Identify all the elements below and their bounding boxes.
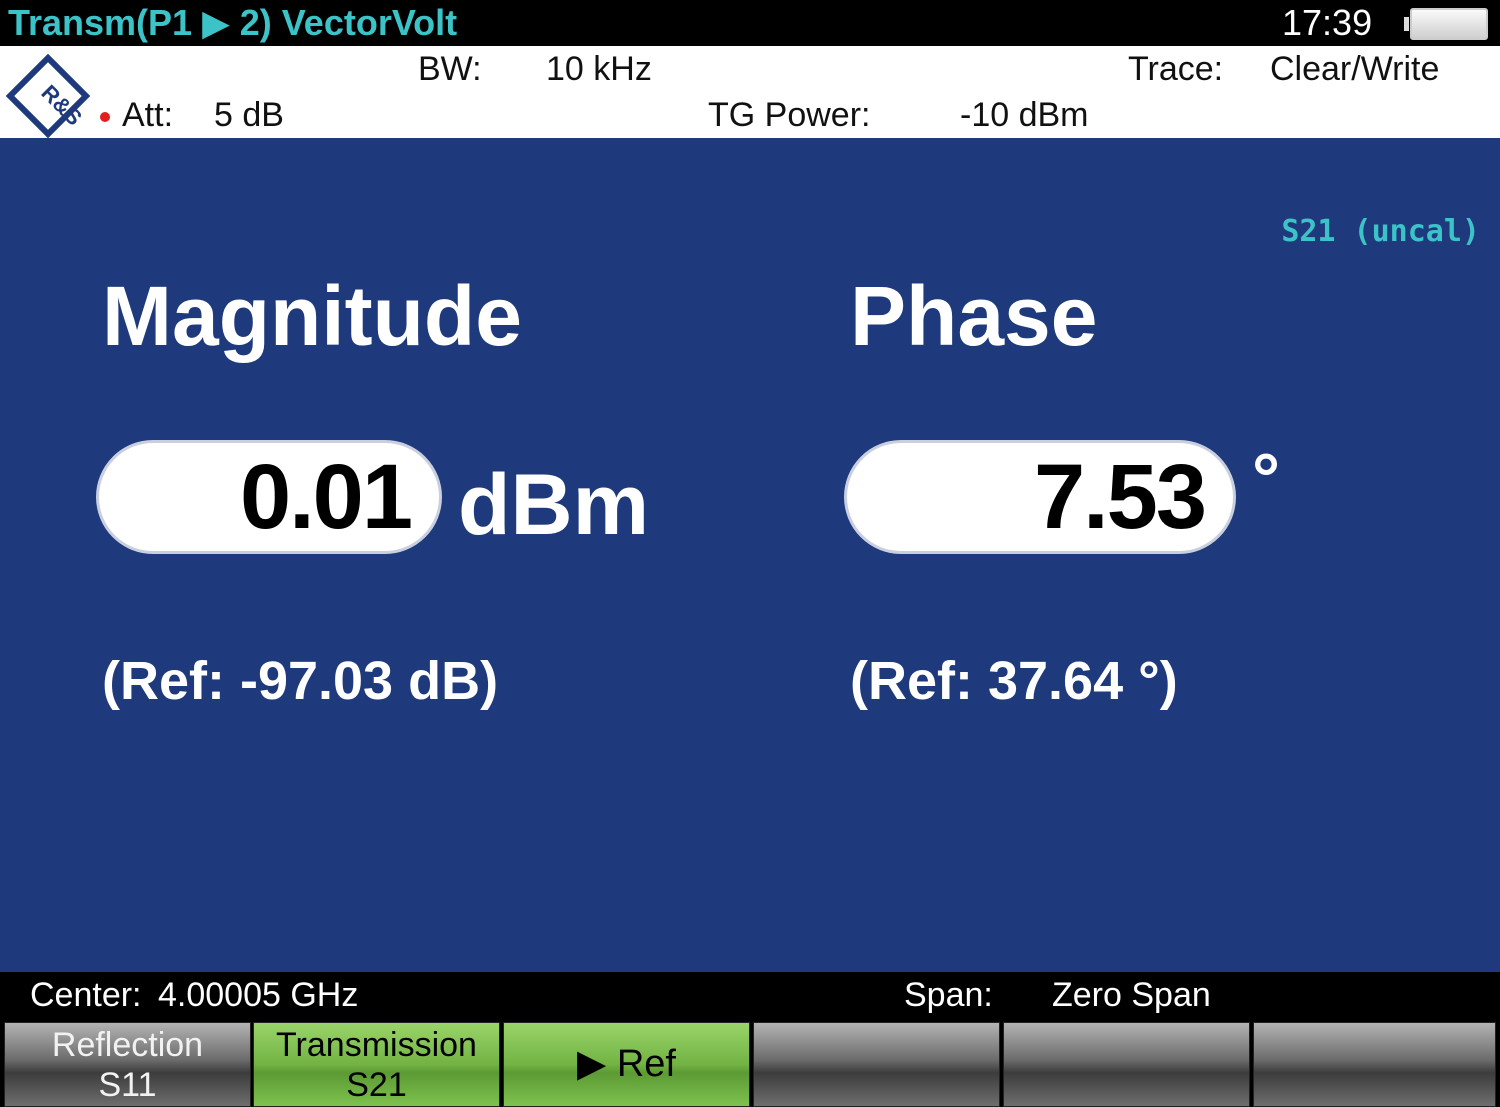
calibration-status: S21 (uncal) (1281, 214, 1480, 249)
measurement-title: Transm(P1 ▶ 2) VectorVolt (8, 2, 458, 43)
softkey-sublabel: S21 (346, 1066, 407, 1104)
clock: 17:39 (1282, 2, 1373, 43)
phase-reference: (Ref: 37.64 °) (850, 651, 1178, 711)
center-label: Center: (30, 976, 142, 1014)
softkey-label: Reflection (51, 1026, 204, 1064)
softkey-empty-6[interactable] (1253, 1022, 1496, 1107)
softkey-empty-4[interactable] (753, 1022, 1000, 1107)
magnitude-heading: Magnitude (102, 269, 522, 363)
span-label: Span: (904, 976, 993, 1014)
att-label: Att: (122, 96, 174, 134)
softkey-label: ▶ Ref (577, 1043, 676, 1085)
frequency-status-bar: Center: 4.00005 GHz Span: Zero Span (0, 972, 1500, 1020)
att-indicator-dot (100, 112, 110, 122)
trace-label: Trace: (1128, 50, 1224, 88)
softkey-ref[interactable]: ▶ Ref (503, 1022, 750, 1107)
softkey-empty-5[interactable] (1003, 1022, 1250, 1107)
softkey-transmission-s21[interactable]: Transmission S21 (253, 1022, 500, 1107)
tg-power-label: TG Power: (708, 96, 871, 134)
att-value: 5 dB (214, 96, 284, 134)
title-bar: Transm(P1 ▶ 2) VectorVolt 17:39 (0, 0, 1500, 46)
phase-unit: ° (1252, 439, 1280, 517)
magnitude-readout: 0.01 (96, 440, 442, 554)
rohde-schwarz-logo: R&S (5, 53, 91, 139)
softkey-label: Transmission (276, 1026, 477, 1064)
trace-value: Clear/Write (1270, 50, 1440, 88)
center-value: 4.00005 GHz (158, 976, 359, 1014)
bw-label: BW: (418, 50, 482, 88)
bw-value: 10 kHz (546, 50, 652, 88)
measurement-panel: S21 (uncal) Magnitude Phase 0.01 dBm 7.5… (0, 138, 1500, 972)
phase-readout: 7.53 (844, 440, 1236, 554)
magnitude-reference: (Ref: -97.03 dB) (102, 651, 499, 711)
softkey-reflection-s11[interactable]: Reflection S11 (4, 1022, 251, 1107)
tg-power-value: -10 dBm (960, 96, 1089, 134)
phase-heading: Phase (850, 269, 1098, 363)
phase-value: 7.53 (1033, 446, 1207, 548)
battery-icon (1404, 8, 1488, 40)
softkey-sublabel: S11 (98, 1066, 157, 1104)
softkey-bar: Reflection S11 Transmission S21 ▶ Ref (0, 1020, 1500, 1107)
magnitude-value: 0.01 (239, 446, 413, 548)
magnitude-unit: dBm (458, 457, 650, 553)
span-value: Zero Span (1052, 976, 1211, 1014)
settings-info-bar: R&S BW: 10 kHz Trace: Clear/Write Att: 5… (0, 46, 1500, 139)
